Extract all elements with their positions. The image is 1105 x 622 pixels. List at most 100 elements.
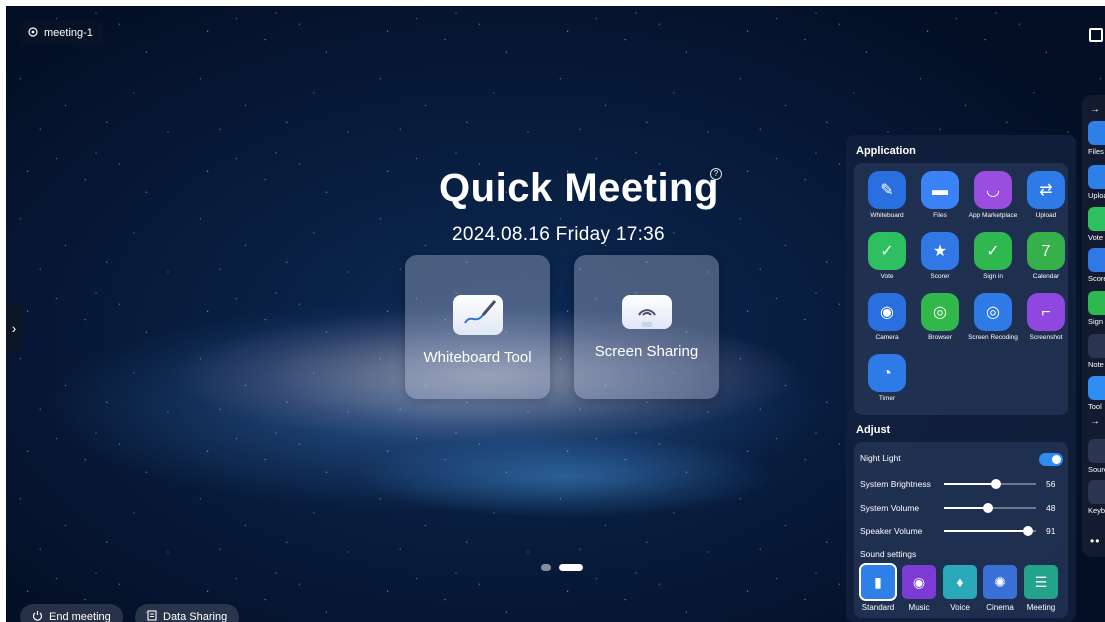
app-screen-recoding[interactable]: ◎ Screen Recoding [967, 293, 1019, 341]
page-dot[interactable] [541, 564, 551, 571]
left-expand-handle[interactable]: › [6, 302, 22, 354]
rail-item-label: Tool [1088, 402, 1102, 411]
app-label: Files [933, 212, 947, 219]
arrow-right-icon[interactable]: → [1090, 416, 1100, 427]
app-label: Upload [1035, 212, 1057, 219]
sound-mode-music[interactable]: ◉ Music [901, 565, 937, 612]
arrow-right-icon[interactable]: → [1090, 104, 1100, 115]
data-sharing-label: Data Sharing [163, 611, 228, 622]
app-files[interactable]: ▬ Files [914, 171, 966, 219]
sound-mode-meeting[interactable]: ☰ Meeting [1023, 565, 1059, 612]
screenshot-icon: ⌐ [1027, 293, 1065, 331]
brightness-value: 56 [1046, 479, 1056, 489]
rail-item-source[interactable]: Source [1088, 439, 1105, 474]
end-meeting-button[interactable]: End meeting [20, 604, 123, 622]
rail-item-label: Note [1088, 360, 1104, 369]
location-pin-icon [28, 26, 38, 40]
app-sign-in[interactable]: ✓ Sign in [967, 232, 1019, 280]
rail-item-scorer[interactable]: Scorer [1088, 248, 1105, 283]
microphone-icon: ♦ [943, 565, 977, 599]
app-upload[interactable]: ⇄ Upload [1020, 171, 1072, 219]
system-volume-slider[interactable] [944, 503, 1036, 513]
app-label: Browser [928, 334, 952, 341]
brightness-slider[interactable] [944, 479, 1036, 489]
music-disc-icon: ◉ [902, 565, 936, 599]
app-vote[interactable]: ✓ Vote [861, 232, 913, 280]
app-screenshot[interactable]: ⌐ Screenshot [1020, 293, 1072, 341]
app-label: App Marketplace [968, 212, 1018, 219]
application-title: Application [856, 145, 916, 157]
speaker-volume-slider-knob[interactable] [1022, 526, 1033, 536]
whiteboard-tool-card[interactable]: Whiteboard Tool [405, 255, 550, 399]
rail-item-upload[interactable]: Upload [1088, 165, 1105, 200]
rail-item-vote[interactable]: Vote [1088, 207, 1105, 242]
app-label: Vote [880, 273, 894, 280]
rail-item-sign-in[interactable]: Sign in [1088, 291, 1105, 326]
system-volume-slider-fill [944, 507, 989, 509]
app-label: Whiteboard [870, 212, 904, 219]
adjust-section: Night Light System Brightness 56 System … [854, 442, 1068, 618]
app-label: Camera [875, 334, 899, 341]
sound-mode-label: Music [908, 603, 930, 612]
page-indicator [541, 564, 583, 571]
browser-icon: ◎ [921, 293, 959, 331]
vote-icon: ✓ [868, 232, 906, 270]
layout-icon[interactable] [1089, 28, 1103, 42]
page-dot-active[interactable] [559, 564, 583, 571]
rail-item-keyboard[interactable]: Keyboard [1088, 480, 1105, 515]
folder-icon: ▬ [921, 171, 959, 209]
rail-sign-in-icon [1088, 291, 1105, 315]
sound-mode-cinema[interactable]: ✺ Cinema [982, 565, 1018, 612]
document-icon [147, 610, 157, 622]
date-time: 2024.08.16 Friday 17:36 [452, 224, 665, 245]
night-light-toggle[interactable] [1039, 453, 1063, 466]
meeting-icon: ☰ [1024, 565, 1058, 599]
whiteboard-icon [452, 295, 503, 335]
system-volume-slider-knob[interactable] [983, 503, 994, 513]
calendar-icon: 7 [1027, 232, 1065, 270]
sound-mode-label: Meeting [1026, 603, 1056, 612]
app-whiteboard[interactable]: ✎ Whiteboard [861, 171, 913, 219]
quick-panel: Application ✎ Whiteboard ▬ Files ◡ App Market… [846, 135, 1076, 622]
system-volume-value: 48 [1046, 503, 1056, 513]
screen-share-icon [621, 295, 672, 329]
app-scorer[interactable]: ★ Scorer [914, 232, 966, 280]
adjust-title: Adjust [856, 424, 891, 436]
app-calendar[interactable]: 7 Calendar [1020, 232, 1072, 280]
rail-note-icon [1088, 334, 1105, 358]
rail-item-note[interactable]: Note [1088, 334, 1105, 369]
help-icon[interactable]: ? [710, 168, 722, 180]
app-app-marketplace[interactable]: ◡ App Marketplace [967, 171, 1019, 219]
upload-icon: ⇄ [1027, 171, 1065, 209]
app-label: Timer [878, 395, 896, 402]
rail-item-tool[interactable]: Tool [1088, 376, 1105, 411]
marketplace-icon: ◡ [974, 171, 1012, 209]
whiteboard-tool-label: Whiteboard Tool [423, 349, 532, 366]
star-icon: ★ [921, 232, 959, 270]
sound-mode-standard[interactable]: ▮ Standard [859, 563, 897, 612]
camera-icon: ◉ [868, 293, 906, 331]
screen-sharing-card[interactable]: Screen Sharing [574, 255, 719, 399]
sound-mode-voice[interactable]: ♦ Voice [942, 565, 978, 612]
rail-scorer-icon [1088, 248, 1105, 272]
sound-mode-label: Standard [861, 603, 895, 612]
app-camera[interactable]: ◉ Camera [861, 293, 913, 341]
rail-item-files[interactable]: Files [1088, 121, 1105, 156]
rail-item-label: Scorer [1088, 274, 1105, 283]
app-label: Sign in [983, 273, 1003, 280]
brightness-slider-fill [944, 483, 996, 485]
film-reel-icon: ✺ [983, 565, 1017, 599]
sound-mode-label: Voice [950, 603, 970, 612]
more-icon[interactable]: •• [1090, 534, 1100, 548]
speaker-volume-slider[interactable] [944, 526, 1036, 536]
whiteboard-icon: ✎ [868, 171, 906, 209]
rail-vote-icon [1088, 207, 1105, 231]
app-label: Screen Recoding [968, 334, 1018, 341]
rail-item-label: Source [1088, 465, 1105, 474]
app-timer[interactable]: ◔ Timer [861, 354, 913, 402]
data-sharing-button[interactable]: Data Sharing [135, 604, 240, 622]
room-location-chip[interactable]: meeting-1 [20, 21, 103, 45]
rail-item-label: Vote [1088, 233, 1104, 242]
brightness-slider-knob[interactable] [990, 479, 1001, 489]
app-browser[interactable]: ◎ Browser [914, 293, 966, 341]
